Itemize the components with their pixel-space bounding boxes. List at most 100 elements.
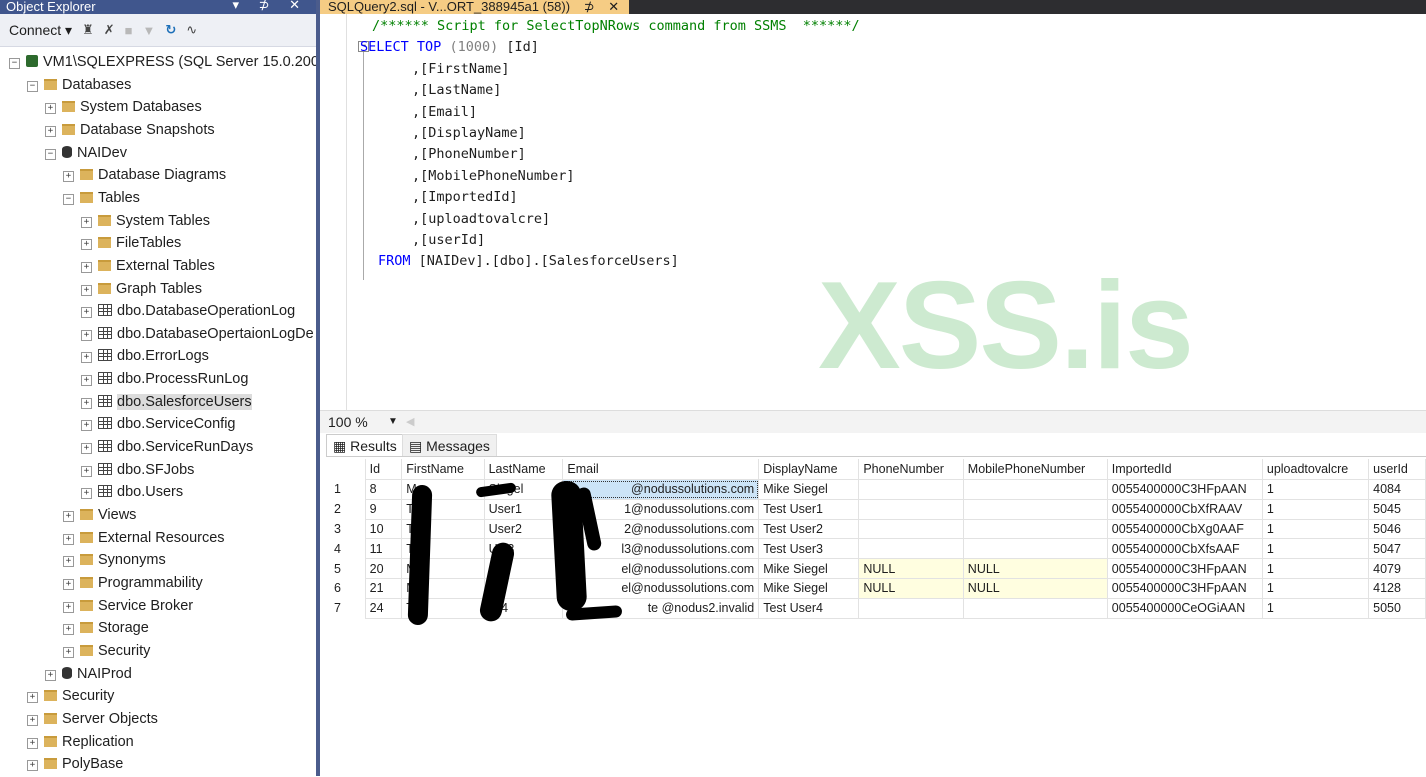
column-header[interactable]: Id xyxy=(365,459,403,480)
grid-cell[interactable]: 0055400000CbXfRAAV xyxy=(1106,498,1263,520)
expand-icon[interactable]: + xyxy=(45,125,56,137)
column-header[interactable]: DisplayName xyxy=(758,459,860,480)
column-header[interactable]: userId xyxy=(1368,459,1426,480)
scroll-left-icon[interactable]: ◀ xyxy=(406,411,414,433)
expand-icon[interactable]: + xyxy=(63,601,74,613)
row-number[interactable]: 2 xyxy=(330,499,366,520)
column-header[interactable]: PhoneNumber xyxy=(858,459,964,480)
expand-icon[interactable]: + xyxy=(63,171,74,183)
row-number[interactable]: 4 xyxy=(330,538,366,559)
expand-icon[interactable]: + xyxy=(45,103,56,115)
connect-button[interactable]: Connect ▾ xyxy=(9,22,72,39)
grid-cell[interactable]: el@nodussolutions.com xyxy=(562,577,760,599)
grid-cell[interactable] xyxy=(962,498,1108,520)
row-number[interactable]: 1 xyxy=(330,479,366,500)
tree-node-synonyms[interactable]: + Synonyms xyxy=(63,549,166,571)
grid-cell[interactable]: 10 xyxy=(364,518,403,540)
expand-icon[interactable]: + xyxy=(81,329,92,341)
activity-monitor-icon[interactable]: ∿ xyxy=(186,22,197,38)
column-header[interactable]: FirstName xyxy=(401,459,485,480)
grid-cell[interactable]: Test User2 xyxy=(758,518,860,540)
grid-cell[interactable]: 0055400000CeOGiAAN xyxy=(1106,597,1263,619)
grid-cell[interactable]: Mike Siegel xyxy=(758,577,860,599)
grid-cell[interactable]: 4128 xyxy=(1368,577,1426,599)
close-icon[interactable]: ✕ xyxy=(608,0,619,14)
grid-cell[interactable]: 8 xyxy=(364,479,403,500)
grid-cell[interactable]: NULL xyxy=(962,577,1108,599)
tree-node-database-diagrams[interactable]: + Database Diagrams xyxy=(63,164,226,186)
pin-icon[interactable]: ⊅ xyxy=(584,0,595,14)
expand-icon[interactable]: + xyxy=(63,578,74,590)
tree-node-dbo-databaseopertaionlogde[interactable]: + dbo.DatabaseOpertaionLogDe xyxy=(81,323,314,345)
expand-icon[interactable]: + xyxy=(45,669,56,681)
column-header[interactable]: LastName xyxy=(484,459,564,480)
tree-node-service-broker[interactable]: + Service Broker xyxy=(63,595,193,617)
tree-node-dbo-serviceconfig[interactable]: + dbo.ServiceConfig xyxy=(81,413,236,435)
expand-icon[interactable]: + xyxy=(81,488,92,500)
tree-node-server-objects[interactable]: + Server Objects xyxy=(27,708,158,730)
tree-node-dbo-servicerundays[interactable]: + dbo.ServiceRunDays xyxy=(81,436,253,458)
tree-node-external-resources[interactable]: + External Resources xyxy=(63,527,225,549)
grid-cell[interactable]: 4079 xyxy=(1368,558,1426,579)
row-number[interactable]: 3 xyxy=(330,519,366,539)
zoom-level[interactable]: 100 % xyxy=(328,411,368,433)
tree-node-security[interactable]: + Security xyxy=(27,685,114,707)
tree-node-vm1-sqlexpress-sql-server-15-0-2000[interactable]: − VM1\SQLEXPRESS (SQL Server 15.0.2000 xyxy=(9,51,316,73)
column-header[interactable]: ImportedId xyxy=(1107,459,1263,480)
tree-node-security[interactable]: + Security xyxy=(63,640,150,662)
sql-code[interactable]: /****** Script for SelectTopNRows comman… xyxy=(360,16,860,273)
tree-node-dbo-processrunlog[interactable]: + dbo.ProcessRunLog xyxy=(81,368,248,390)
row-number[interactable]: 6 xyxy=(330,578,366,599)
tree-node-dbo-salesforceusers[interactable]: + dbo.SalesforceUsers xyxy=(81,391,252,413)
grid-cell[interactable] xyxy=(962,538,1108,560)
expand-icon[interactable]: + xyxy=(63,511,74,522)
grid-cell[interactable]: 0055400000CbXfsAAF xyxy=(1106,538,1263,560)
grid-cell[interactable]: 20 xyxy=(364,558,403,579)
grid-cell[interactable]: 5047 xyxy=(1368,538,1426,560)
grid-cell[interactable]: 9 xyxy=(364,498,403,520)
row-number[interactable]: 7 xyxy=(330,598,366,619)
tree-node-dbo-databaseoperationlog[interactable]: + dbo.DatabaseOperationLog xyxy=(81,300,295,322)
grid-cell[interactable]: 5046 xyxy=(1368,518,1426,540)
tree-node-polybase[interactable]: + PolyBase xyxy=(27,753,123,775)
grid-cell[interactable]: Test User4 xyxy=(758,597,860,619)
expand-icon[interactable]: + xyxy=(81,375,92,387)
expand-icon[interactable]: + xyxy=(27,737,38,749)
grid-cell[interactable] xyxy=(962,479,1108,500)
query-document-tab[interactable]: SQLQuery2.sql - V...ORT_388945a1 (58)) ⊅… xyxy=(320,0,630,14)
column-header[interactable]: MobilePhoneNumber xyxy=(963,459,1108,480)
expand-icon[interactable]: + xyxy=(27,714,38,726)
tree-node-graph-tables[interactable]: + Graph Tables xyxy=(81,278,202,300)
row-number[interactable]: 5 xyxy=(330,558,366,579)
grid-cell[interactable] xyxy=(858,479,964,500)
grid-cell[interactable]: 0055400000C3HFpAAN xyxy=(1106,558,1263,579)
expand-icon[interactable]: + xyxy=(63,533,74,545)
tree-node-system-databases[interactable]: + System Databases xyxy=(45,96,202,118)
grid-cell[interactable]: 1 xyxy=(1261,577,1370,599)
grid-cell[interactable] xyxy=(858,518,964,540)
grid-cell[interactable]: 1 xyxy=(1261,597,1370,619)
grid-cell[interactable]: Mike Siegel xyxy=(758,479,860,500)
grid-cell[interactable]: 11 xyxy=(364,538,403,560)
table-row[interactable]: 2 9 T User1 1@nodussolutions.com Test User1 00… xyxy=(330,498,1426,520)
tree-node-naiprod[interactable]: + NAIProd xyxy=(45,663,132,685)
tree-node-external-tables[interactable]: + External Tables xyxy=(81,255,215,277)
tree-node-views[interactable]: + Views xyxy=(63,504,136,526)
grid-cell[interactable]: el@nodussolutions.com xyxy=(562,558,760,579)
grid-cell[interactable] xyxy=(962,518,1108,540)
grid-cell[interactable]: User2 xyxy=(483,518,564,540)
expand-icon[interactable]: + xyxy=(81,284,92,296)
collapse-icon[interactable]: − xyxy=(63,193,74,205)
refresh-icon[interactable]: ↻ xyxy=(165,22,176,38)
grid-cell[interactable]: 1 xyxy=(1261,498,1370,520)
expand-icon[interactable]: + xyxy=(81,465,92,477)
tree-node-dbo-users[interactable]: + dbo.Users xyxy=(81,481,183,503)
grid-cell[interactable]: 1 xyxy=(1261,538,1370,560)
expand-icon[interactable]: + xyxy=(63,624,74,636)
grid-cell[interactable] xyxy=(858,597,964,619)
grid-cell[interactable]: Test User3 xyxy=(758,538,860,560)
tree-node-dbo-sfjobs[interactable]: + dbo.SFJobs xyxy=(81,459,194,481)
grid-cell[interactable]: @nodussolutions.com xyxy=(562,479,760,500)
expand-icon[interactable]: + xyxy=(81,239,92,251)
grid-cell[interactable]: 1 xyxy=(1261,558,1370,579)
